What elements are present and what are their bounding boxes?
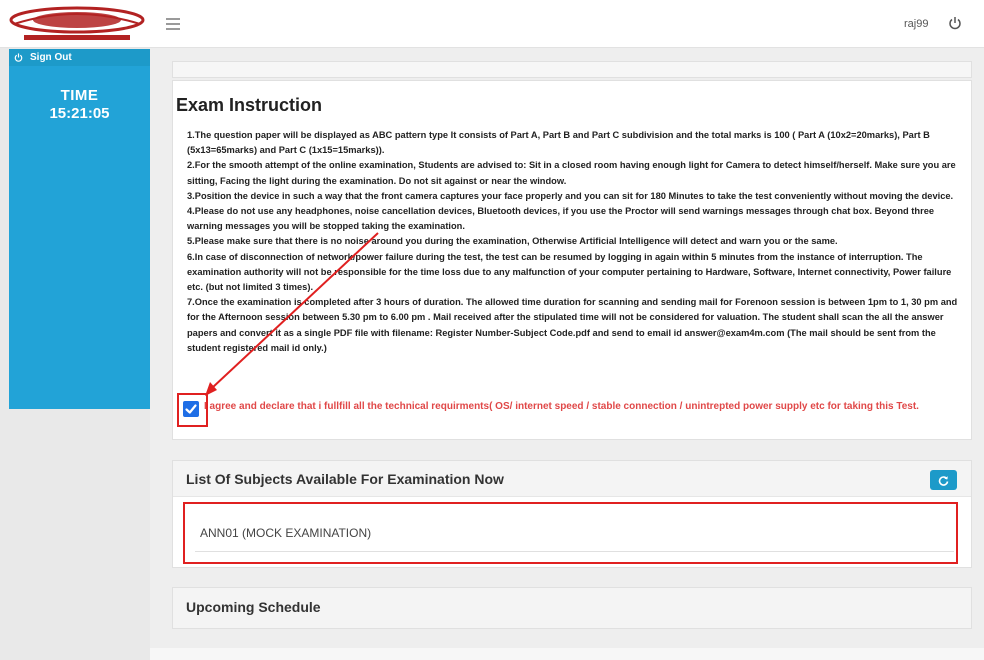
footer-strip <box>150 648 984 660</box>
subject-item[interactable]: ANN01 (MOCK EXAMINATION) <box>200 526 371 540</box>
instruction-item: 6.In case of disconnection of network/po… <box>187 251 952 293</box>
university-logo <box>9 6 145 40</box>
upcoming-panel: Upcoming Schedule <box>172 587 972 629</box>
instruction-item: 5.Please make sure that there is no nois… <box>187 236 838 247</box>
subjects-header: List Of Subjects Available For Examinati… <box>173 461 971 497</box>
refresh-button[interactable] <box>930 470 957 490</box>
instruction-item: 2.For the smooth attempt of the online e… <box>187 160 956 186</box>
refresh-icon <box>938 476 949 486</box>
instruction-item: 4.Please do not use any headphones, nois… <box>187 206 935 232</box>
sign-out-button[interactable]: Sign Out <box>9 49 150 66</box>
power-icon <box>14 53 23 62</box>
divider <box>195 551 954 552</box>
username-label: raj99 <box>904 18 929 30</box>
instructions-title: Exam Instruction <box>176 95 323 115</box>
top-panel-strip <box>172 61 972 78</box>
checkmark-icon <box>185 404 197 414</box>
instructions-panel: Exam Instruction 1.The question paper wi… <box>172 80 972 440</box>
timer-panel: TIME 15:21:05 <box>9 66 150 409</box>
upcoming-title: Upcoming Schedule <box>186 599 321 615</box>
hamburger-icon[interactable] <box>166 18 180 30</box>
instruction-item: 1.The question paper will be displayed a… <box>187 130 930 156</box>
agree-label: I agree and declare that i fullfill all … <box>204 401 919 412</box>
instructions-body: 1.The question paper will be displayed a… <box>187 128 965 356</box>
subjects-title: List Of Subjects Available For Examinati… <box>186 471 504 487</box>
agree-checkbox[interactable] <box>183 401 199 417</box>
timer-value: 15:21:05 <box>49 105 110 122</box>
instruction-item: 7.Once the examination is completed afte… <box>187 297 958 353</box>
instruction-item: 3.Position the device in such a way that… <box>187 190 954 201</box>
top-bar: raj99 <box>0 0 984 48</box>
power-icon[interactable] <box>948 16 962 30</box>
sign-out-label: Sign Out <box>30 52 72 63</box>
timer-label: TIME <box>60 87 99 104</box>
